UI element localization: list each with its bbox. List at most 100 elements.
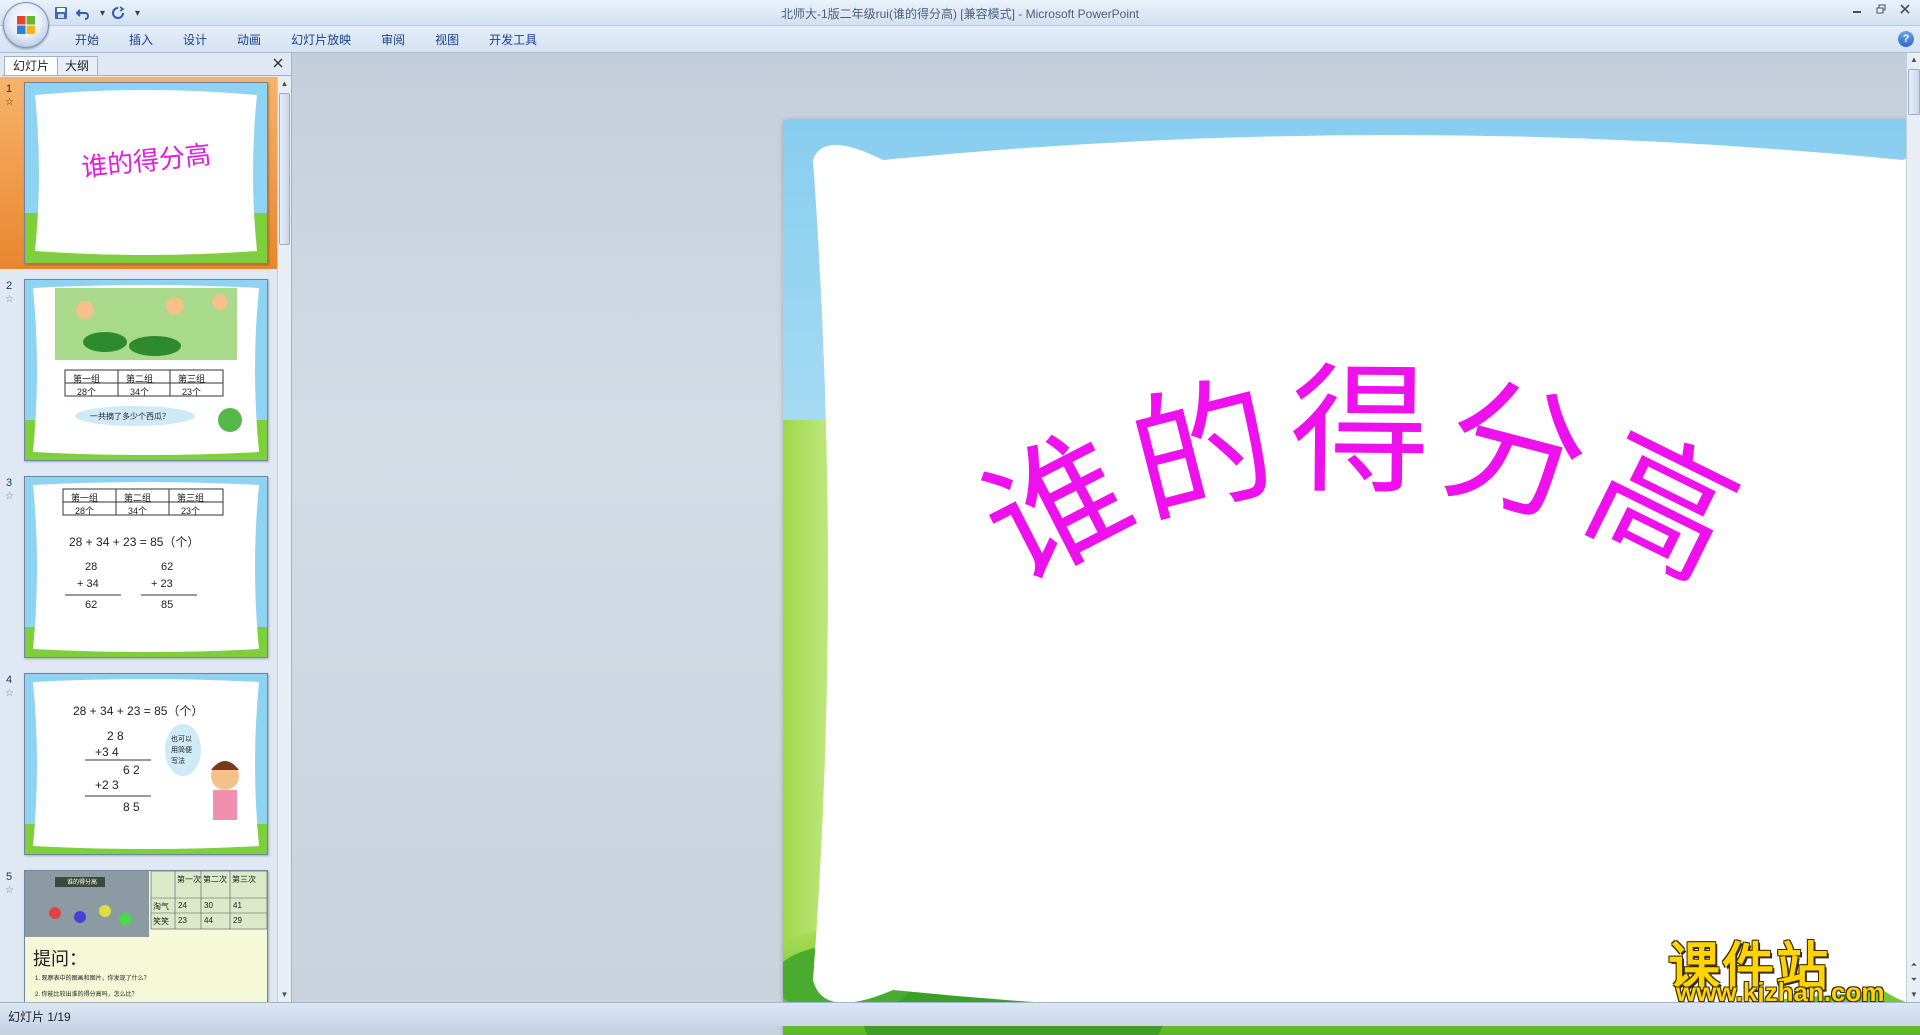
calc-line: 85 xyxy=(161,599,174,611)
slide-background xyxy=(25,280,267,460)
slide-indicator: 幻灯片 1/19 xyxy=(8,1010,71,1024)
minimize-button[interactable] xyxy=(1846,2,1868,16)
table-header: 第三次 xyxy=(232,875,256,884)
animation-star-icon: ☆ xyxy=(5,491,14,502)
slide-thumbnail-3[interactable]: 3 ☆ 第一组 第二组 第三组 28个 34个 23个 28 + 34 + 23… xyxy=(0,471,277,663)
speech-bubble-text: 也可以用简便写法 xyxy=(171,736,192,765)
table-cell: 44 xyxy=(204,916,213,925)
slide-preview: 谁的得分高 第一次 第二次 第三次 淘气 24 30 41 笑笑 23 44 2… xyxy=(24,870,268,1002)
tab-insert[interactable]: 插入 xyxy=(114,31,168,49)
slide-number: 4 xyxy=(6,674,13,686)
office-logo-icon xyxy=(17,16,35,34)
table-header: 第一组 xyxy=(73,374,101,384)
question-text: 2. 你能比较出谁的得分高吗，怎么比？ xyxy=(35,992,138,998)
close-icon xyxy=(1900,4,1910,14)
table-cell: 23个 xyxy=(182,387,202,397)
table-header: 第三组 xyxy=(177,493,205,503)
animation-star-icon: ☆ xyxy=(5,688,14,699)
table-header: 第一组 xyxy=(71,493,99,503)
slide-number: 5 xyxy=(6,871,13,883)
slide-number: 2 xyxy=(6,280,13,292)
restore-button[interactable] xyxy=(1870,2,1892,16)
table-cell: 淘气 xyxy=(153,902,169,911)
calc-line: 8 5 xyxy=(123,800,140,814)
tab-view[interactable]: 视图 xyxy=(420,31,474,49)
office-button[interactable] xyxy=(3,2,49,48)
table-cell: 23个 xyxy=(181,506,201,516)
tab-home[interactable]: 开始 xyxy=(60,31,114,49)
question-text: 一共摘了多少个西瓜？ xyxy=(90,412,170,421)
close-button[interactable] xyxy=(1894,2,1916,16)
calc-line: +3 4 xyxy=(95,745,119,759)
help-icon: ? xyxy=(1902,33,1910,45)
slide-thumbnail-2[interactable]: 2 ☆ 第一组 第二组 第三组 28个 34个 23个 一共摘了多少个西瓜？ xyxy=(0,274,277,466)
table-cell: 41 xyxy=(233,901,242,910)
calc-line: +2 3 xyxy=(95,778,119,792)
calc-line: 28 xyxy=(85,561,98,573)
table-cell: 28个 xyxy=(75,506,95,516)
animation-star-icon: ☆ xyxy=(5,97,14,108)
slide-editing-area: 谁的得分高 xyxy=(292,53,1920,1035)
restore-icon xyxy=(1876,4,1886,14)
slide-scrollbar[interactable]: ▲ ⏶ ⏷ ▼ xyxy=(1906,53,1920,1002)
scroll-thumb[interactable] xyxy=(279,93,290,245)
thumbnails-scrollbar[interactable]: ▲ ▼ xyxy=(277,77,291,1002)
slides-pane: 幻灯片 大纲 1 ☆ 谁的得分高 2 ☆ 第一组 第二组 第三组 28个 34个… xyxy=(0,53,292,1002)
calc-line: 62 xyxy=(161,561,174,573)
table-cell: 29 xyxy=(233,916,242,925)
tab-developer[interactable]: 开发工具 xyxy=(474,31,552,49)
slide-number: 1 xyxy=(6,83,13,95)
table-cell: 23 xyxy=(178,916,187,925)
current-slide[interactable]: 谁的得分高 xyxy=(783,120,1920,1035)
status-bar: 幻灯片 1/19 xyxy=(0,1002,1920,1026)
slide-thumbnails: 1 ☆ 谁的得分高 2 ☆ 第一组 第二组 第三组 28个 34个 23个 一共… xyxy=(0,77,277,1002)
close-icon xyxy=(273,58,283,68)
calc-line: 6 2 xyxy=(123,763,140,777)
table-cell: 28个 xyxy=(77,387,97,397)
table-header: 第二组 xyxy=(126,374,154,384)
table-header: 第二次 xyxy=(203,875,227,884)
tab-outline[interactable]: 大纲 xyxy=(56,56,99,75)
slide-thumbnail-4[interactable]: 4 ☆ 28 + 34 + 23 = 85（个） 2 8 +3 4 6 2 +2… xyxy=(0,668,277,860)
table-header: 第三组 xyxy=(178,374,206,384)
calc-line: 2 8 xyxy=(107,729,124,743)
animation-star-icon: ☆ xyxy=(5,294,14,305)
question-text: 1. 观察表中的图画和图片，你发现了什么？ xyxy=(35,976,150,982)
watermark-logo: 课件站 www.kjzhan.com xyxy=(1668,925,1918,1007)
table-cell: 30 xyxy=(204,901,213,910)
slide-preview: 谁的得分高 xyxy=(24,82,268,264)
table-cell: 34个 xyxy=(128,506,148,516)
table-cell: 笑笑 xyxy=(153,917,169,926)
pane-close-button[interactable] xyxy=(271,56,287,72)
window-controls xyxy=(1846,2,1916,16)
slide-thumbnail-5[interactable]: 5 ☆ 谁的得分高 第一次 第二次 第三次 淘气 24 30 41 笑笑 23 … xyxy=(0,865,277,1002)
scroll-up-icon[interactable]: ▲ xyxy=(1907,53,1920,67)
equation-text: 28 + 34 + 23 = 85（个） xyxy=(73,704,204,718)
table-header: 第一次 xyxy=(177,875,201,884)
calc-line: 62 xyxy=(85,599,98,611)
animation-star-icon: ☆ xyxy=(5,885,14,896)
slide-preview: 第一组 第二组 第三组 28个 34个 23个 28 + 34 + 23 = 8… xyxy=(24,476,268,658)
scroll-down-icon[interactable]: ▼ xyxy=(278,988,291,1002)
tab-animations[interactable]: 动画 xyxy=(222,31,276,49)
tab-review[interactable]: 审阅 xyxy=(366,31,420,49)
table-header: 第二组 xyxy=(124,493,152,503)
ribbon-tabs: 开始 插入 设计 动画 幻灯片放映 审阅 视图 开发工具 ? xyxy=(0,26,1920,53)
calc-line: + 23 xyxy=(151,578,173,590)
slide-thumbnail-1[interactable]: 1 ☆ 谁的得分高 xyxy=(0,77,277,269)
help-button[interactable]: ? xyxy=(1898,31,1914,47)
title-bar: ▾ ▾ 北师大-1版二年级rui(谁的得分高) [兼容模式] - Microso… xyxy=(0,0,1920,26)
slide-background xyxy=(25,674,267,854)
equation-text: 28 + 34 + 23 = 85（个） xyxy=(69,535,200,549)
tab-slides[interactable]: 幻灯片 xyxy=(4,56,59,75)
slide-preview: 第一组 第二组 第三组 28个 34个 23个 一共摘了多少个西瓜？ xyxy=(24,279,268,461)
slide-number: 3 xyxy=(6,477,13,489)
tab-design[interactable]: 设计 xyxy=(168,31,222,49)
window-title: 北师大-1版二年级rui(谁的得分高) [兼容模式] - Microsoft P… xyxy=(780,7,1140,21)
table-cell: 34个 xyxy=(130,387,150,397)
scroll-up-icon[interactable]: ▲ xyxy=(278,77,291,91)
question-title: 提问： xyxy=(33,949,87,969)
slide-background xyxy=(783,120,1920,1035)
tab-slideshow[interactable]: 幻灯片放映 xyxy=(276,31,366,49)
scroll-thumb[interactable] xyxy=(1908,69,1920,115)
